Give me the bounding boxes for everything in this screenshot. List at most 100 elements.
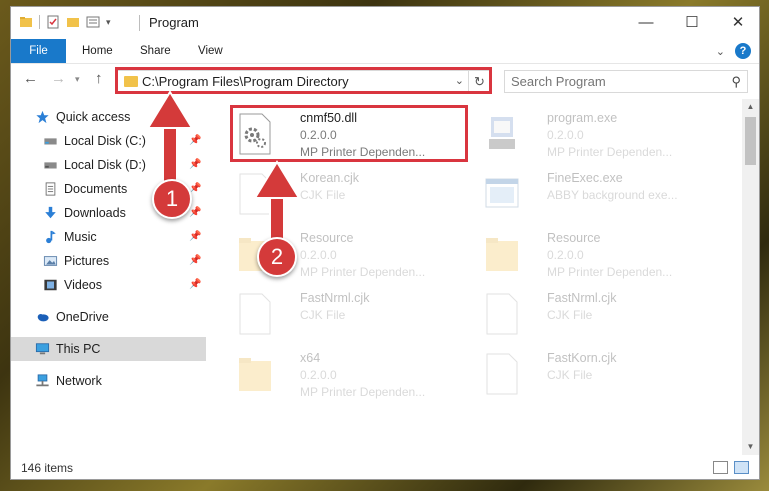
pin-icon[interactable]: 📌 [189, 225, 201, 249]
title-separator [139, 15, 140, 31]
tab-share[interactable]: Share [127, 39, 184, 63]
pin-icon[interactable]: 📌 [189, 273, 201, 297]
file-highlight-box [230, 105, 468, 162]
customize-qat-chevron-icon[interactable]: ▾ [106, 17, 111, 28]
file-item-fastnrml-cjk-2[interactable]: FastNrml.cjk CJK File [479, 289, 719, 345]
file-type: CJK File [300, 308, 346, 322]
sidebar-item-local-disk-d[interactable]: Local Disk (D:) 📌 [11, 153, 206, 177]
star-icon [36, 110, 49, 124]
search-icon[interactable]: ⚲ [731, 74, 741, 90]
search-box[interactable]: ⚲ [504, 70, 748, 93]
step-badge-2: 2 [257, 237, 297, 277]
recent-locations-chevron-icon[interactable]: ▾ [75, 74, 80, 85]
tab-home[interactable]: Home [69, 39, 126, 63]
minimize-button[interactable]: — [623, 7, 669, 37]
item-count: 146 items [21, 461, 74, 475]
blank-file-icon [239, 173, 271, 215]
sidebar-item-label: Network [56, 374, 102, 388]
close-button[interactable]: ✕ [715, 7, 759, 37]
file-version: 0.2.0.0 [300, 368, 337, 382]
folder-icon[interactable] [19, 15, 33, 29]
documents-icon [45, 182, 56, 196]
sidebar-item-this-pc[interactable]: This PC [11, 337, 206, 361]
window-title: Program [149, 15, 199, 30]
pc-icon [35, 343, 50, 355]
sidebar-item-label: Pictures [64, 254, 110, 268]
blank-file-icon [486, 353, 518, 395]
details-view-icon[interactable] [713, 461, 728, 474]
file-type: CJK File [300, 188, 346, 202]
videos-icon [44, 279, 57, 291]
ribbon-right-controls: ⌄ ? [716, 43, 751, 59]
file-item-fastkorn-cjk[interactable]: FastKorn.cjk CJK File [479, 349, 719, 405]
file-version: 0.2.0.0 [300, 248, 337, 262]
pin-icon[interactable]: 📌 [189, 129, 201, 153]
sidebar-item-local-disk-c[interactable]: Local Disk (C:) 📌 [11, 129, 206, 153]
cloud-icon [37, 313, 49, 322]
file-type: CJK File [547, 308, 593, 322]
file-name: Resource [547, 231, 601, 245]
tab-view[interactable]: View [185, 39, 236, 63]
expand-ribbon-chevron-icon[interactable]: ⌄ [716, 45, 725, 58]
explorer-window: ▾ Program — ☐ ✕ File Home Share View ⌄ ?… [10, 6, 760, 480]
sidebar-item-onedrive[interactable]: OneDrive [11, 305, 206, 329]
file-item-program-exe[interactable]: program.exe 0.2.0.0 MP Printer Dependen.… [479, 109, 719, 165]
ribbon-tabs: File Home Share View ⌄ ? [11, 39, 759, 63]
scroll-down-arrow-icon[interactable]: ▼ [742, 439, 759, 455]
tab-file[interactable]: File [11, 39, 66, 63]
help-icon[interactable]: ? [735, 43, 751, 59]
file-item-korean-cjk[interactable]: Korean.cjk CJK File [232, 169, 472, 225]
sidebar-item-label: Quick access [56, 110, 131, 124]
file-name: program.exe [547, 111, 618, 125]
quick-access-toolbar: ▾ [19, 15, 111, 29]
file-item-fastnrml-cjk-1[interactable]: FastNrml.cjk CJK File [232, 289, 472, 345]
search-input[interactable] [511, 74, 721, 89]
maximize-button[interactable]: ☐ [669, 7, 715, 37]
blank-file-icon [486, 293, 518, 335]
file-version: 0.2.0.0 [547, 248, 584, 262]
sidebar-item-network[interactable]: Network [11, 369, 206, 393]
pin-icon[interactable]: 📌 [189, 153, 201, 177]
pin-icon[interactable]: 📌 [189, 249, 201, 273]
folder-icon [239, 358, 271, 391]
rename-icon[interactable] [86, 15, 100, 29]
exe-icon [489, 117, 515, 149]
scrollbar-thumb[interactable] [745, 117, 756, 165]
file-name: Resource [300, 231, 354, 245]
file-name: FastNrml.cjk [300, 291, 370, 305]
address-highlight-box [115, 67, 492, 94]
music-icon [46, 230, 56, 244]
sidebar-item-label: Music [64, 230, 97, 244]
file-item-fineexec-exe[interactable]: FineExec.exe ABBY background exe... [479, 169, 719, 225]
new-folder-icon[interactable] [66, 15, 80, 29]
up-arrow-icon[interactable]: ↑ [95, 70, 103, 87]
file-name: FastKorn.cjk [547, 351, 617, 365]
file-description: ABBY background exe... [547, 188, 678, 202]
step-badge-1: 1 [152, 179, 192, 219]
file-name: Korean.cjk [300, 171, 360, 185]
sidebar-item-label: Local Disk (C:) [64, 134, 146, 148]
file-item-x64[interactable]: x64 0.2.0.0 MP Printer Dependen... [232, 349, 472, 405]
large-icons-view-icon[interactable] [734, 461, 749, 474]
vertical-scrollbar[interactable]: ▲ ▼ [742, 99, 759, 455]
back-arrow-icon[interactable]: ← [23, 70, 38, 87]
sidebar-item-label: Local Disk (D:) [64, 158, 146, 172]
scroll-up-arrow-icon[interactable]: ▲ [742, 99, 759, 115]
forward-arrow-icon[interactable]: → [51, 70, 66, 87]
sidebar-item-music[interactable]: Music 📌 [11, 225, 206, 249]
properties-icon[interactable] [46, 15, 60, 29]
exe-window-icon [485, 178, 519, 208]
file-description: MP Printer Dependen... [547, 145, 673, 159]
drive-icon [44, 138, 57, 145]
file-description: MP Printer Dependen... [547, 265, 673, 279]
file-version: 0.2.0.0 [547, 128, 584, 142]
blank-file-icon [239, 293, 271, 335]
navigation-bar: ← → ▾ ↑ C:\Program Files\Program Directo… [11, 63, 759, 97]
sidebar-item-pictures[interactable]: Pictures 📌 [11, 249, 206, 273]
sidebar-item-videos[interactable]: Videos 📌 [11, 273, 206, 297]
sidebar-item-quick-access[interactable]: Quick access [11, 105, 206, 129]
file-name: FastNrml.cjk [547, 291, 617, 305]
folder-icon [486, 238, 518, 271]
file-item-resource-2[interactable]: Resource 0.2.0.0 MP Printer Dependen... [479, 229, 719, 285]
download-icon [45, 206, 56, 219]
